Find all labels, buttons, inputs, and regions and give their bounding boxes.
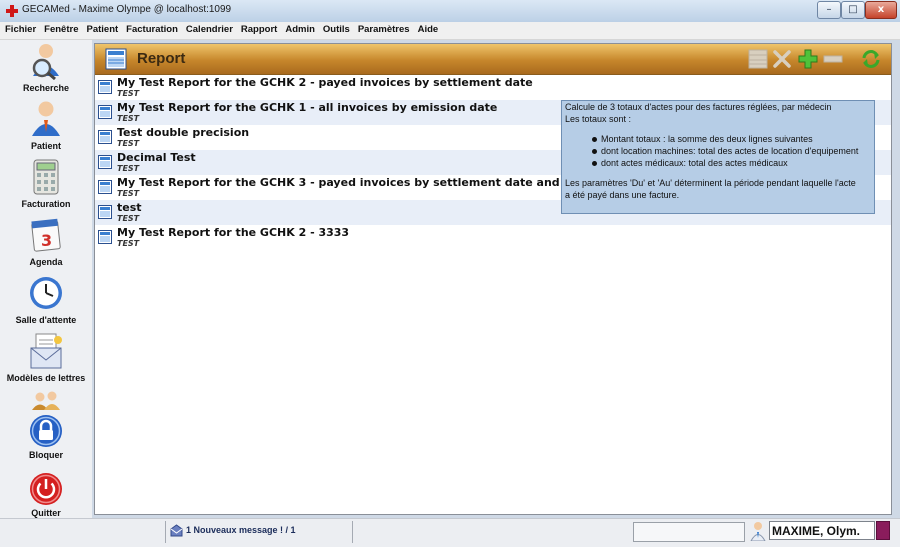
red-cross-icon bbox=[6, 5, 18, 17]
close-button[interactable]: x bbox=[865, 1, 897, 19]
current-user-field[interactable]: MAXIME, Olym. bbox=[769, 521, 875, 540]
sidebar-item-label: Bloquer bbox=[28, 450, 63, 460]
report-icon bbox=[105, 48, 127, 70]
minimize-button[interactable]: – bbox=[817, 1, 841, 19]
menu-rapport[interactable]: Rapport bbox=[236, 22, 280, 35]
report-icon bbox=[98, 205, 112, 219]
sidebar-item-agenda[interactable]: 3 Agenda bbox=[0, 216, 92, 272]
report-panel: Report My Test Report for the GCHK 2 - p… bbox=[94, 43, 892, 515]
status-bar: 1 Nouveaux message ! / 1 MAXIME, Olym. bbox=[0, 518, 900, 547]
user-color-indicator bbox=[876, 521, 890, 540]
tooltip-line: Les totaux sont : bbox=[565, 114, 632, 124]
tooltip-line: a été payé dans une facture. bbox=[565, 190, 680, 200]
report-name: Decimal Test bbox=[117, 151, 196, 164]
status-separator bbox=[352, 521, 353, 543]
new-messages-status[interactable]: 1 Nouveaux message ! / 1 bbox=[186, 525, 296, 535]
padlock-icon bbox=[30, 415, 62, 447]
report-name: test bbox=[117, 201, 142, 214]
list-item[interactable]: My Test Report for the GCHK 2 - 3333 TES… bbox=[95, 225, 891, 250]
menu-patient[interactable]: Patient bbox=[81, 22, 121, 35]
status-field bbox=[633, 522, 745, 542]
report-icon bbox=[98, 180, 112, 194]
sidebar-item-label: Agenda bbox=[29, 257, 63, 267]
report-name: My Test Report for the GCHK 2 - 3333 bbox=[117, 226, 350, 239]
report-category: TEST bbox=[117, 139, 140, 148]
people-icon bbox=[32, 391, 60, 410]
report-name: My Test Report for the GCHK 3 - payed in… bbox=[117, 176, 613, 189]
tooltip-line: Calcule de 3 totaux d'actes pour des fac… bbox=[565, 102, 832, 112]
report-icon bbox=[98, 105, 112, 119]
report-category: TEST bbox=[117, 114, 140, 123]
power-icon bbox=[30, 473, 62, 505]
sidebar: Recherche Patient Facturation 3 Agenda S… bbox=[0, 40, 92, 520]
patient-person-icon bbox=[32, 101, 60, 136]
window-title: GECAMed - Maxime Olympe @ localhost:1099 bbox=[22, 4, 232, 15]
tooltip-line: Les paramètres 'Du' et 'Au' déterminent … bbox=[565, 178, 856, 188]
clock-icon bbox=[30, 277, 62, 309]
menu-outils[interactable]: Outils bbox=[318, 22, 353, 35]
menu-facturation[interactable]: Facturation bbox=[121, 22, 181, 35]
report-icon bbox=[98, 230, 112, 244]
title-bar: GECAMed - Maxime Olympe @ localhost:1099… bbox=[0, 0, 900, 23]
menu-fenetre[interactable]: Fenêtre bbox=[39, 22, 81, 35]
menu-admin[interactable]: Admin bbox=[280, 22, 318, 35]
calendar-icon: 3 bbox=[31, 218, 61, 252]
sidebar-item-label: Facturation bbox=[21, 199, 71, 209]
sidebar-item-recherche[interactable]: Recherche bbox=[0, 42, 92, 98]
report-icon bbox=[98, 155, 112, 169]
menu-aide[interactable]: Aide bbox=[413, 22, 442, 35]
sidebar-item-label: Salle d'attente bbox=[15, 315, 77, 325]
panel-header: Report bbox=[95, 44, 891, 75]
sidebar-item-people[interactable] bbox=[0, 390, 92, 410]
tooltip-bullet: Montant totaux : la somme des deux ligne… bbox=[592, 134, 813, 144]
panel-title: Report bbox=[137, 50, 186, 67]
report-description-tooltip: Calcule de 3 totaux d'actes pour des fac… bbox=[561, 100, 875, 214]
sidebar-item-modeles-lettres[interactable]: Modèles de lettres bbox=[0, 332, 92, 388]
calculator-icon bbox=[33, 159, 59, 195]
report-category: TEST bbox=[117, 189, 140, 198]
status-separator bbox=[165, 521, 166, 543]
doctor-user-icon bbox=[750, 522, 766, 541]
report-name: My Test Report for the GCHK 2 - payed in… bbox=[117, 76, 533, 89]
sidebar-item-label: Recherche bbox=[22, 83, 70, 93]
plus-icon[interactable] bbox=[798, 49, 818, 69]
sidebar-item-facturation[interactable]: Facturation bbox=[0, 158, 92, 214]
menu-calendrier[interactable]: Calendrier bbox=[181, 22, 236, 35]
menu-parametres[interactable]: Paramètres bbox=[353, 22, 413, 35]
table-icon[interactable] bbox=[748, 49, 768, 69]
magnifier-person-icon bbox=[32, 44, 59, 80]
report-name: Test double precision bbox=[117, 126, 250, 139]
sidebar-item-bloquer[interactable]: Bloquer bbox=[0, 412, 92, 468]
report-name: My Test Report for the GCHK 1 - all invo… bbox=[117, 101, 498, 114]
tools-icon[interactable] bbox=[772, 49, 792, 69]
sidebar-item-label: Quitter bbox=[31, 508, 61, 518]
report-category: TEST bbox=[117, 164, 140, 173]
sidebar-item-salle-attente[interactable]: Salle d'attente bbox=[0, 274, 92, 330]
sidebar-item-label: Modèles de lettres bbox=[6, 373, 86, 383]
list-item[interactable]: My Test Report for the GCHK 2 - payed in… bbox=[95, 75, 891, 100]
sidebar-item-patient[interactable]: Patient bbox=[0, 100, 92, 156]
report-category: TEST bbox=[117, 239, 140, 248]
svg-text:3: 3 bbox=[41, 231, 52, 250]
refresh-icon[interactable] bbox=[860, 49, 882, 69]
menu-bar: Fichier Fenêtre Patient Facturation Calendri… bbox=[0, 22, 900, 40]
report-category: TEST bbox=[117, 89, 140, 98]
maximize-button[interactable]: □ bbox=[841, 1, 865, 19]
message-icon bbox=[170, 524, 183, 537]
sidebar-item-label: Patient bbox=[30, 141, 61, 151]
minus-icon[interactable] bbox=[823, 49, 843, 69]
tooltip-bullet: dont location machines: total des actes … bbox=[592, 146, 858, 156]
menu-fichier[interactable]: Fichier bbox=[0, 22, 39, 35]
report-icon bbox=[98, 130, 112, 144]
report-icon bbox=[98, 80, 112, 94]
letter-envelope-icon bbox=[30, 333, 62, 369]
report-category: TEST bbox=[117, 214, 140, 223]
tooltip-bullet: dont actes médicaux: total des actes méd… bbox=[592, 158, 788, 168]
